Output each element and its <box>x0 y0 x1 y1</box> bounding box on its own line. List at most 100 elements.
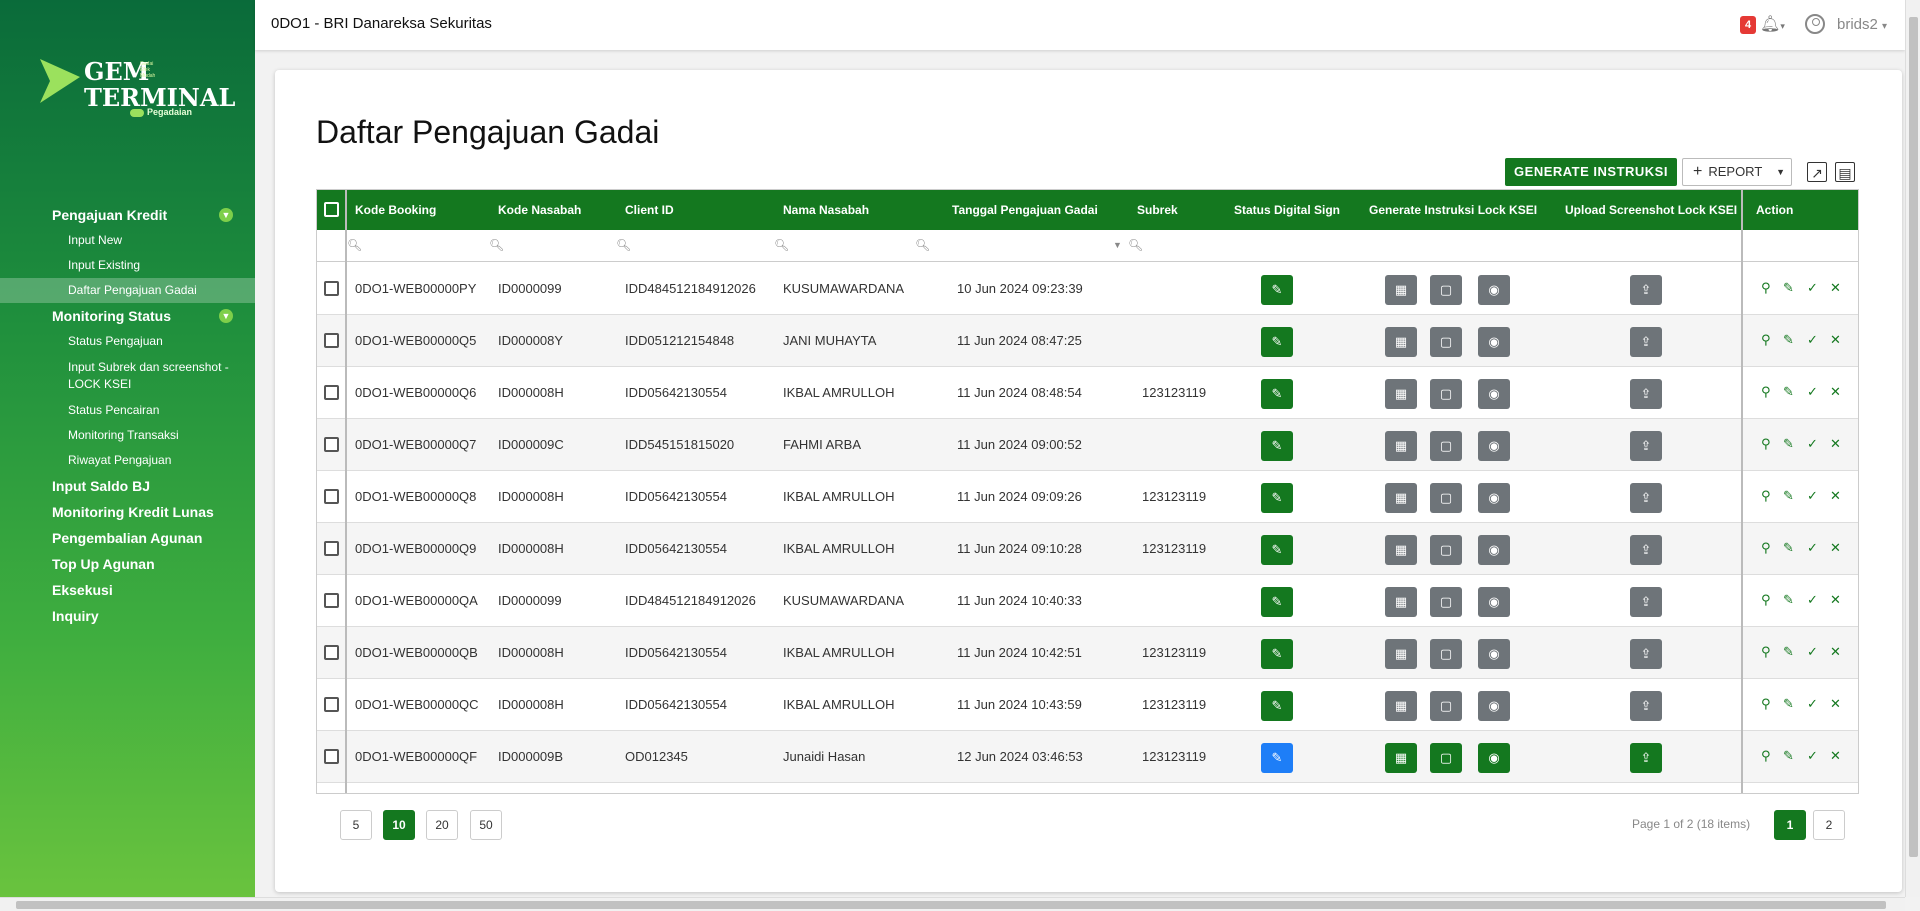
search-icon[interactable]: ⚲ <box>1761 332 1771 348</box>
col-subrek[interactable]: Subrek <box>1137 203 1178 217</box>
edit-icon[interactable]: ✎ <box>1783 332 1794 348</box>
search-icon[interactable]: ⚲ <box>1761 644 1771 660</box>
upload-screenshot-button[interactable]: ⇪ <box>1630 535 1662 565</box>
row-checkbox[interactable] <box>324 437 339 452</box>
generate-doc-button[interactable]: ▢ <box>1430 587 1462 617</box>
search-icon[interactable]: 🔍︎ <box>1128 238 1143 252</box>
approve-icon[interactable]: ✓ <box>1807 748 1818 764</box>
horizontal-scrollbar[interactable] <box>0 897 1905 911</box>
reject-icon[interactable]: ✕ <box>1830 592 1841 608</box>
reject-icon[interactable]: ✕ <box>1830 436 1841 452</box>
sidebar-item-eksekusi[interactable]: Eksekusi <box>0 577 255 603</box>
report-button[interactable]: + REPORT ▼ <box>1682 158 1792 186</box>
generate-doc-button[interactable]: ▢ <box>1430 483 1462 513</box>
page-size-20[interactable]: 20 <box>426 810 458 840</box>
col-action[interactable]: Action <box>1756 203 1793 217</box>
row-checkbox[interactable] <box>324 593 339 608</box>
username-menu[interactable]: brids2 ▾ <box>1837 16 1887 33</box>
row-checkbox[interactable] <box>324 697 339 712</box>
vertical-scrollbar[interactable] <box>1905 0 1920 897</box>
digital-sign-button[interactable]: ✎ <box>1261 535 1293 565</box>
view-button[interactable]: ◉ <box>1478 587 1510 617</box>
reject-icon[interactable]: ✕ <box>1830 332 1841 348</box>
reject-icon[interactable]: ✕ <box>1830 280 1841 296</box>
edit-icon[interactable]: ✎ <box>1783 592 1794 608</box>
sidebar-item-pengembalian-agunan[interactable]: Pengembalian Agunan <box>0 525 255 551</box>
col-kode-booking[interactable]: Kode Booking <box>355 203 436 217</box>
col-kode-nasabah[interactable]: Kode Nasabah <box>498 203 581 217</box>
approve-icon[interactable]: ✓ <box>1807 696 1818 712</box>
search-icon[interactable]: 🔍︎ <box>489 238 504 252</box>
generate-excel-button[interactable]: ▦ <box>1385 639 1417 669</box>
view-button[interactable]: ◉ <box>1478 535 1510 565</box>
search-icon[interactable]: 🔍︎ <box>347 238 362 252</box>
search-icon[interactable]: ⚲ <box>1761 540 1771 556</box>
generate-doc-button[interactable]: ▢ <box>1430 639 1462 669</box>
reject-icon[interactable]: ✕ <box>1830 644 1841 660</box>
col-generate-instruksi[interactable]: Generate Instruksi Lock KSEI <box>1369 203 1537 217</box>
search-icon[interactable]: ⚲ <box>1761 280 1771 296</box>
view-button[interactable]: ◉ <box>1478 691 1510 721</box>
row-checkbox[interactable] <box>324 645 339 660</box>
col-client-id[interactable]: Client ID <box>625 203 674 217</box>
sidebar-group-pengajuan-kredit[interactable]: Pengajuan Kredit ▼ <box>0 202 255 228</box>
select-all-checkbox[interactable] <box>324 202 339 217</box>
upload-screenshot-button[interactable]: ⇪ <box>1630 639 1662 669</box>
generate-excel-button[interactable]: ▦ <box>1385 743 1417 773</box>
search-icon[interactable]: ⚲ <box>1761 384 1771 400</box>
approve-icon[interactable]: ✓ <box>1807 280 1818 296</box>
reject-icon[interactable]: ✕ <box>1830 748 1841 764</box>
upload-screenshot-button[interactable]: ⇪ <box>1630 327 1662 357</box>
sidebar-item-daftar-pengajuan-gadai[interactable]: Daftar Pengajuan Gadai <box>0 278 255 303</box>
scrollbar-thumb[interactable] <box>1909 17 1918 857</box>
upload-screenshot-button[interactable]: ⇪ <box>1630 743 1662 773</box>
scrollbar-thumb[interactable] <box>16 901 1886 909</box>
search-icon[interactable]: ⚲ <box>1761 436 1771 452</box>
reject-icon[interactable]: ✕ <box>1830 384 1841 400</box>
export-icon[interactable]: ↗ <box>1807 162 1827 182</box>
upload-screenshot-button[interactable]: ⇪ <box>1630 431 1662 461</box>
approve-icon[interactable]: ✓ <box>1807 488 1818 504</box>
view-button[interactable]: ◉ <box>1478 483 1510 513</box>
search-icon[interactable]: ⚲ <box>1761 488 1771 504</box>
approve-icon[interactable]: ✓ <box>1807 436 1818 452</box>
generate-excel-button[interactable]: ▦ <box>1385 587 1417 617</box>
edit-icon[interactable]: ✎ <box>1783 696 1794 712</box>
sidebar-item-top-up-agunan[interactable]: Top Up Agunan <box>0 551 255 577</box>
search-icon[interactable]: 🔍︎ <box>774 238 789 252</box>
sidebar-item-input-new[interactable]: Input New <box>0 228 255 253</box>
view-button[interactable]: ◉ <box>1478 743 1510 773</box>
col-upload-screenshot[interactable]: Upload Screenshot Lock KSEI <box>1565 203 1737 217</box>
search-icon[interactable]: ⚲ <box>1761 696 1771 712</box>
digital-sign-button[interactable]: ✎ <box>1261 327 1293 357</box>
column-chooser-icon[interactable]: ▤ <box>1835 162 1855 182</box>
sidebar-item-input-saldo-bj[interactable]: Input Saldo BJ <box>0 473 255 499</box>
row-checkbox[interactable] <box>324 489 339 504</box>
generate-doc-button[interactable]: ▢ <box>1430 275 1462 305</box>
sidebar-item-monitoring-kredit-lunas[interactable]: Monitoring Kredit Lunas <box>0 499 255 525</box>
digital-sign-button[interactable]: ✎ <box>1261 379 1293 409</box>
row-checkbox[interactable] <box>324 333 339 348</box>
view-button[interactable]: ◉ <box>1478 275 1510 305</box>
user-icon[interactable] <box>1805 14 1825 34</box>
digital-sign-button[interactable]: ✎ <box>1261 743 1293 773</box>
row-checkbox[interactable] <box>324 749 339 764</box>
digital-sign-button[interactable]: ✎ <box>1261 691 1293 721</box>
view-button[interactable]: ◉ <box>1478 379 1510 409</box>
page-size-5[interactable]: 5 <box>340 810 372 840</box>
reject-icon[interactable]: ✕ <box>1830 488 1841 504</box>
page-1-button[interactable]: 1 <box>1774 810 1806 840</box>
row-checkbox[interactable] <box>324 281 339 296</box>
search-icon[interactable]: 🔍︎ <box>915 238 930 252</box>
col-status-digital-sign[interactable]: Status Digital Sign <box>1234 203 1340 217</box>
approve-icon[interactable]: ✓ <box>1807 644 1818 660</box>
generate-doc-button[interactable]: ▢ <box>1430 379 1462 409</box>
digital-sign-button[interactable]: ✎ <box>1261 639 1293 669</box>
sidebar-item-input-existing[interactable]: Input Existing <box>0 253 255 278</box>
approve-icon[interactable]: ✓ <box>1807 384 1818 400</box>
upload-screenshot-button[interactable]: ⇪ <box>1630 691 1662 721</box>
generate-doc-button[interactable]: ▢ <box>1430 691 1462 721</box>
search-icon[interactable]: ⚲ <box>1761 592 1771 608</box>
generate-doc-button[interactable]: ▢ <box>1430 327 1462 357</box>
generate-instruksi-button[interactable]: GENERATE INSTRUKSI <box>1505 158 1677 186</box>
